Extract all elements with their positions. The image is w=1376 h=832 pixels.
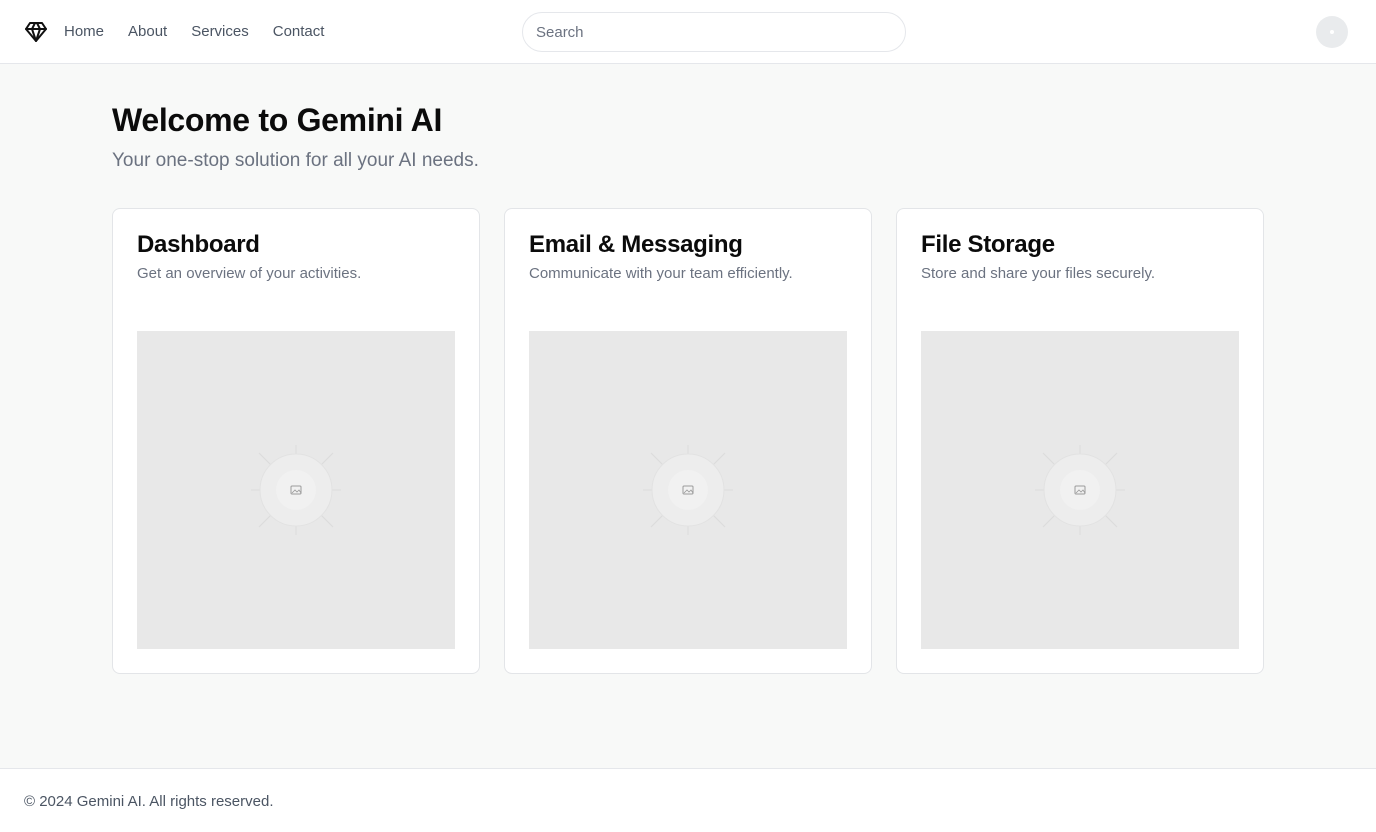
card-title: Email & Messaging — [529, 231, 743, 258]
card-title: Dashboard — [137, 231, 260, 258]
page-subtitle: Your one-stop solution for all your AI n… — [112, 150, 479, 171]
card-file-storage[interactable]: File Storage Store and share your files … — [896, 208, 1264, 674]
image-placeholder-icon — [643, 445, 733, 535]
main-nav: Home About Services Contact — [64, 0, 348, 64]
avatar[interactable] — [1316, 16, 1348, 48]
copyright-text: © 2024 Gemini AI. All rights reserved. — [24, 793, 274, 810]
card-description: Store and share your files securely. — [921, 265, 1156, 282]
card-email-messaging[interactable]: Email & Messaging Communicate with your … — [504, 208, 872, 674]
diamond-icon[interactable] — [24, 20, 48, 44]
card-image — [137, 331, 455, 649]
page-title: Welcome to Gemini AI — [112, 102, 443, 138]
nav-services-link[interactable]: Services — [191, 22, 249, 42]
nav-contact-link[interactable]: Contact — [273, 22, 325, 42]
card-description: Communicate with your team efficiently. — [529, 265, 793, 282]
card-dashboard[interactable]: Dashboard Get an overview of your activi… — [112, 208, 480, 674]
image-placeholder-icon — [251, 445, 341, 535]
nav-home-link[interactable]: Home — [64, 22, 104, 42]
card-title: File Storage — [921, 231, 1055, 258]
avatar-placeholder-icon — [1330, 30, 1334, 34]
card-description: Get an overview of your activities. — [137, 265, 362, 282]
top-navbar: Home About Services Contact — [0, 0, 1376, 64]
search-input[interactable] — [522, 12, 906, 52]
image-placeholder-icon — [1035, 445, 1125, 535]
card-image — [529, 331, 847, 649]
nav-about-link[interactable]: About — [128, 22, 167, 42]
card-image — [921, 331, 1239, 649]
footer: © 2024 Gemini AI. All rights reserved. — [0, 768, 1376, 832]
